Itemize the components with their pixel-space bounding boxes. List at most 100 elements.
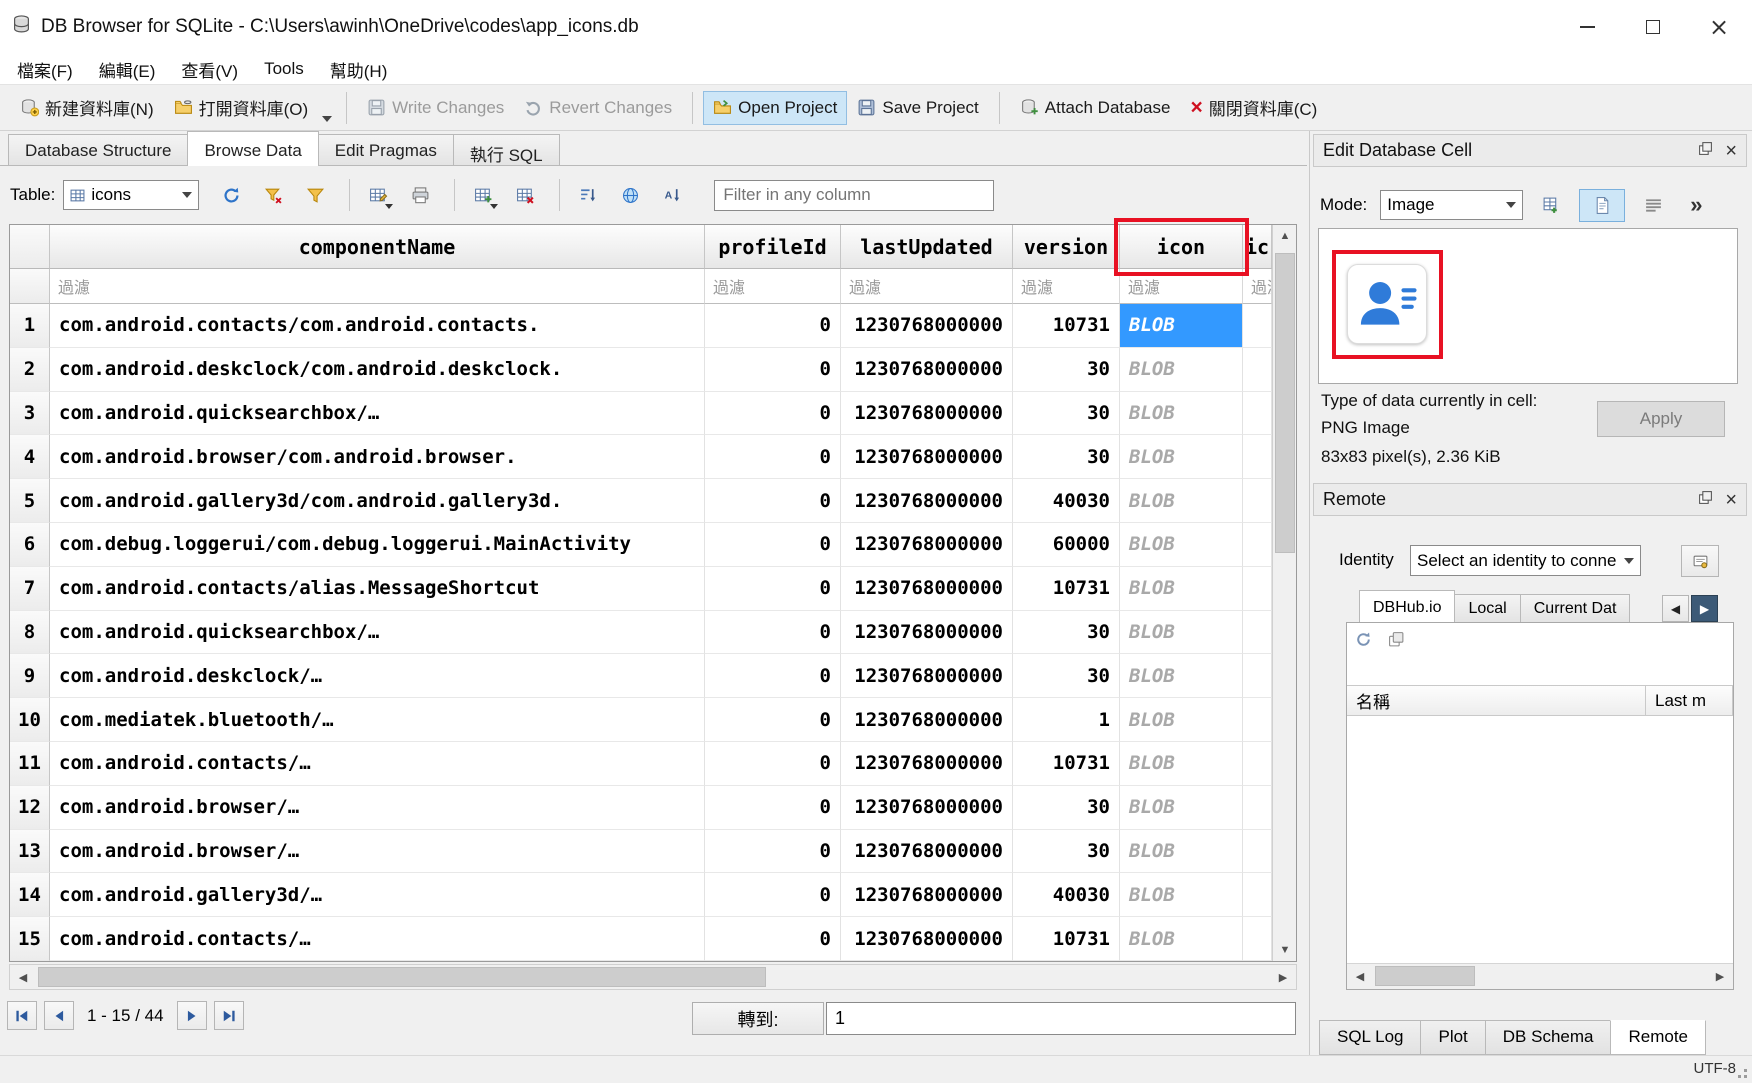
cell-version[interactable]: 30 bbox=[1013, 786, 1120, 830]
dock-tab-remote[interactable]: Remote bbox=[1610, 1020, 1706, 1055]
cell-ic[interactable] bbox=[1243, 392, 1272, 436]
cell-icon[interactable]: BLOB bbox=[1120, 917, 1243, 961]
scroll-down-icon[interactable]: ▼ bbox=[1273, 939, 1297, 961]
cell-icon[interactable]: BLOB bbox=[1120, 479, 1243, 523]
minimize-button[interactable] bbox=[1554, 0, 1620, 54]
new-database-button[interactable]: 新建資料庫(N) bbox=[10, 88, 164, 127]
cell-ic[interactable] bbox=[1243, 742, 1272, 786]
cell-componentName[interactable]: com.android.browser/com.android.browser. bbox=[50, 435, 705, 479]
cell-profileId[interactable]: 0 bbox=[705, 392, 841, 436]
menu-item[interactable]: Tools bbox=[251, 56, 317, 82]
dock-tab-plot[interactable]: Plot bbox=[1420, 1020, 1485, 1055]
filter-input-lastUpdated[interactable]: 過濾 bbox=[841, 269, 1013, 304]
scroll-left-icon[interactable]: ◀ bbox=[1347, 964, 1373, 988]
apply-button[interactable]: Apply bbox=[1597, 401, 1725, 437]
column-header-componentName[interactable]: componentName bbox=[50, 225, 705, 269]
cell-lastUpdated[interactable]: 1230768000000 bbox=[841, 786, 1013, 830]
cell-version[interactable]: 30 bbox=[1013, 830, 1120, 874]
cell-profileId[interactable]: 0 bbox=[705, 435, 841, 479]
open-project-button[interactable]: Open Project bbox=[703, 91, 847, 125]
cell-icon[interactable]: BLOB bbox=[1120, 654, 1243, 698]
row-number[interactable]: 8 bbox=[10, 611, 50, 655]
cell-ic[interactable] bbox=[1243, 304, 1272, 348]
cell-version[interactable]: 30 bbox=[1013, 348, 1120, 392]
cell-lastUpdated[interactable]: 1230768000000 bbox=[841, 873, 1013, 917]
filter-input-ic[interactable]: 過濾 bbox=[1243, 269, 1272, 304]
dock-tab-sql-log[interactable]: SQL Log bbox=[1319, 1020, 1421, 1055]
column-header-version[interactable]: version bbox=[1013, 225, 1120, 269]
row-number[interactable]: 11 bbox=[10, 742, 50, 786]
cell-ic[interactable] bbox=[1243, 786, 1272, 830]
row-number[interactable]: 4 bbox=[10, 435, 50, 479]
goto-record-input[interactable] bbox=[826, 1002, 1296, 1035]
float-panel-icon[interactable] bbox=[1698, 141, 1713, 161]
cell-ic[interactable] bbox=[1243, 654, 1272, 698]
save-project-button[interactable]: Save Project bbox=[847, 91, 988, 125]
tab-browse-data[interactable]: Browse Data bbox=[187, 131, 318, 166]
cell-profileId[interactable]: 0 bbox=[705, 917, 841, 961]
tab-edit-pragmas[interactable]: Edit Pragmas bbox=[318, 134, 454, 165]
external-app-button[interactable] bbox=[612, 178, 648, 212]
cell-componentName[interactable]: com.android.quicksearchbox/… bbox=[50, 611, 705, 655]
cell-ic[interactable] bbox=[1243, 435, 1272, 479]
print-button[interactable] bbox=[402, 178, 438, 212]
cell-profileId[interactable]: 0 bbox=[705, 611, 841, 655]
cell-ic[interactable] bbox=[1243, 873, 1272, 917]
corner-header[interactable] bbox=[10, 225, 50, 269]
filter-input-version[interactable]: 過濾 bbox=[1013, 269, 1120, 304]
refresh-table-button[interactable] bbox=[213, 178, 249, 212]
cell-icon[interactable]: BLOB bbox=[1120, 304, 1243, 348]
cell-profileId[interactable]: 0 bbox=[705, 742, 841, 786]
menu-item[interactable]: 編輯(E) bbox=[86, 54, 169, 85]
last-page-button[interactable] bbox=[214, 1001, 244, 1030]
tab--sql[interactable]: 執行 SQL bbox=[453, 134, 560, 165]
dock-tab-db-schema[interactable]: DB Schema bbox=[1485, 1020, 1612, 1055]
remote-column-last-modified[interactable]: Last m bbox=[1646, 685, 1733, 716]
remote-clone-button[interactable] bbox=[1388, 631, 1405, 653]
identity-select[interactable]: Select an identity to conne bbox=[1410, 545, 1641, 576]
close-database-button[interactable]: × 關閉資料庫(C) bbox=[1180, 88, 1327, 127]
cell-componentName[interactable]: com.android.deskclock/… bbox=[50, 654, 705, 698]
cell-ic[interactable] bbox=[1243, 523, 1272, 567]
cell-ic[interactable] bbox=[1243, 611, 1272, 655]
cell-version[interactable]: 30 bbox=[1013, 392, 1120, 436]
cell-icon[interactable]: BLOB bbox=[1120, 742, 1243, 786]
remote-refresh-button[interactable] bbox=[1355, 631, 1372, 653]
clear-filters-button[interactable] bbox=[255, 178, 291, 212]
tab-scroll-left-button[interactable]: ◀ bbox=[1662, 595, 1689, 622]
horizontal-scrollbar[interactable]: ◀ ▶ bbox=[9, 964, 1297, 990]
filter-input-componentName[interactable]: 過濾 bbox=[50, 269, 705, 304]
import-data-button[interactable] bbox=[1532, 189, 1570, 222]
cell-version[interactable]: 40030 bbox=[1013, 873, 1120, 917]
row-number[interactable]: 15 bbox=[10, 917, 50, 961]
cell-icon[interactable]: BLOB bbox=[1120, 435, 1243, 479]
toolbar-overflow-button[interactable]: » bbox=[1690, 192, 1702, 218]
menu-item[interactable]: 查看(V) bbox=[168, 54, 251, 85]
row-number[interactable]: 14 bbox=[10, 873, 50, 917]
save-filter-button[interactable] bbox=[297, 178, 333, 212]
row-number[interactable]: 9 bbox=[10, 654, 50, 698]
remote-horizontal-scrollbar[interactable]: ◀ ▶ bbox=[1347, 963, 1733, 989]
row-number[interactable]: 13 bbox=[10, 830, 50, 874]
open-database-dropdown-icon[interactable] bbox=[322, 116, 332, 122]
cell-icon[interactable]: BLOB bbox=[1120, 786, 1243, 830]
attach-database-button[interactable]: Attach Database bbox=[1010, 91, 1181, 125]
cell-lastUpdated[interactable]: 1230768000000 bbox=[841, 348, 1013, 392]
goto-button[interactable]: 轉到: bbox=[692, 1002, 824, 1035]
cell-lastUpdated[interactable]: 1230768000000 bbox=[841, 654, 1013, 698]
cell-version[interactable]: 10731 bbox=[1013, 917, 1120, 961]
cell-version[interactable]: 10731 bbox=[1013, 304, 1120, 348]
vertical-scrollbar-thumb[interactable] bbox=[1275, 253, 1295, 553]
cell-componentName[interactable]: com.android.contacts/… bbox=[50, 742, 705, 786]
filter-input-icon[interactable]: 過濾 bbox=[1120, 269, 1243, 304]
maximize-button[interactable] bbox=[1620, 0, 1686, 54]
cell-componentName[interactable]: com.android.gallery3d/… bbox=[50, 873, 705, 917]
filter-input-profileId[interactable]: 過濾 bbox=[705, 269, 841, 304]
cell-profileId[interactable]: 0 bbox=[705, 304, 841, 348]
cell-version[interactable]: 10731 bbox=[1013, 742, 1120, 786]
previous-page-button[interactable] bbox=[44, 1001, 74, 1030]
cell-componentName[interactable]: com.android.browser/… bbox=[50, 786, 705, 830]
menu-item[interactable]: 幫助(H) bbox=[317, 54, 401, 85]
row-number[interactable]: 10 bbox=[10, 698, 50, 742]
cell-profileId[interactable]: 0 bbox=[705, 786, 841, 830]
